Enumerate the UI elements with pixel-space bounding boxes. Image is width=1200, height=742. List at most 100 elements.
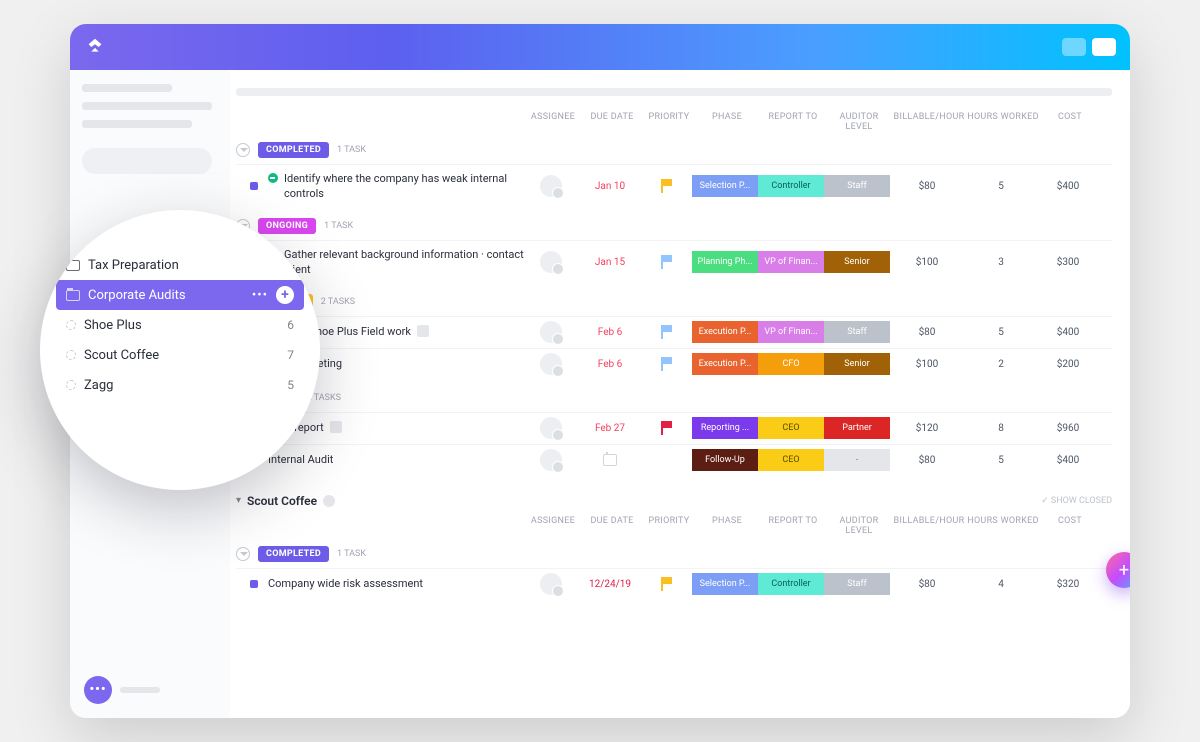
task-title[interactable]: Gather relevant background information ·…	[268, 241, 524, 284]
info-icon[interactable]	[323, 495, 335, 507]
due-date[interactable]: 12/24/19	[578, 579, 642, 590]
group-header[interactable]: COMPLETED 1 TASK	[236, 138, 1112, 164]
task-row[interactable]: Status meeting Feb 6 Execution P... CFO …	[236, 348, 1112, 380]
sidebar-search[interactable]	[82, 148, 212, 174]
billable-rate[interactable]: $80	[890, 579, 964, 590]
sidebar-list-item[interactable]: Scout Coffee7	[56, 340, 304, 370]
hours-worked[interactable]: 4	[964, 579, 1038, 590]
hours-worked[interactable]: 3	[964, 257, 1038, 268]
hours-worked[interactable]: 8	[964, 423, 1038, 434]
sidebar-list-item[interactable]: Zagg5	[56, 370, 304, 400]
auditor-level-tag[interactable]: Partner	[824, 417, 890, 439]
cost[interactable]: $400	[1038, 181, 1098, 192]
task-title[interactable]: Internal Audit	[268, 446, 524, 473]
hours-worked[interactable]: 5	[964, 327, 1038, 338]
group-header[interactable]: COMPLETED 1 TASK	[236, 542, 1112, 568]
billable-rate[interactable]: $80	[890, 327, 964, 338]
sidebar-folder-item[interactable]: Tax Preparation	[56, 250, 304, 280]
col-priority: PRIORITY	[644, 112, 694, 132]
phase-tag[interactable]: Planning Ph...	[692, 251, 758, 273]
collapse-icon[interactable]	[236, 547, 250, 561]
collapse-icon[interactable]	[236, 143, 250, 157]
group-header[interactable]: OPEN 2 TASKS	[236, 386, 1112, 412]
topbar-button-2[interactable]	[1092, 38, 1116, 56]
col-due: DUE DATE	[580, 112, 644, 132]
cost[interactable]: $960	[1038, 423, 1098, 434]
sidebar-folder-item[interactable]: Corporate Audits•••+	[56, 280, 304, 310]
priority-flag-icon[interactable]	[661, 325, 673, 339]
due-date[interactable]: Jan 15	[578, 257, 642, 268]
clickup-logo-icon[interactable]	[84, 36, 106, 58]
priority-flag-icon[interactable]	[661, 421, 673, 435]
due-date[interactable]: Feb 6	[578, 359, 642, 370]
phase-tag[interactable]: Selection P...	[692, 573, 758, 595]
group-header[interactable]: ONGOING 1 TASK	[236, 214, 1112, 240]
more-icon[interactable]: •••	[252, 288, 268, 303]
billable-rate[interactable]: $100	[890, 257, 964, 268]
report-to-tag[interactable]: CFO	[758, 353, 824, 375]
report-to-tag[interactable]: VP of Finan...	[758, 321, 824, 343]
report-to-tag[interactable]: Controller	[758, 175, 824, 197]
add-button[interactable]: +	[276, 286, 294, 304]
task-title[interactable]: Company wide risk assessment	[268, 570, 524, 597]
report-to-tag[interactable]: Controller	[758, 573, 824, 595]
task-row[interactable]: Final report Feb 27 Reporting ... CEO Pa…	[236, 412, 1112, 444]
task-title[interactable]: Final report	[268, 414, 524, 441]
auditor-level-tag[interactable]: Staff	[824, 321, 890, 343]
chat-fab[interactable]: •••	[84, 676, 112, 704]
assignee-avatar[interactable]	[540, 573, 562, 595]
phase-tag[interactable]: Reporting ...	[692, 417, 758, 439]
cost[interactable]: $400	[1038, 327, 1098, 338]
task-row[interactable]: Execute Shoe Plus Field work Feb 6 Execu…	[236, 316, 1112, 348]
due-date[interactable]: Feb 27	[578, 423, 642, 434]
phase-tag[interactable]: Execution P...	[692, 353, 758, 375]
priority-flag-icon[interactable]	[661, 179, 673, 193]
auditor-level-tag[interactable]: Senior	[824, 251, 890, 273]
calendar-icon[interactable]	[603, 454, 617, 466]
billable-rate[interactable]: $120	[890, 423, 964, 434]
auditor-level-tag[interactable]: Staff	[824, 175, 890, 197]
due-date[interactable]: Jan 10	[578, 181, 642, 192]
show-closed-toggle[interactable]: ✓ SHOW CLOSED	[1041, 496, 1112, 506]
report-to-tag[interactable]: CEO	[758, 417, 824, 439]
report-to-tag[interactable]: CEO	[758, 449, 824, 471]
cost[interactable]: $400	[1038, 455, 1098, 466]
auditor-level-tag[interactable]: Senior	[824, 353, 890, 375]
assignee-avatar[interactable]	[540, 175, 562, 197]
report-to-tag[interactable]: VP of Finan...	[758, 251, 824, 273]
priority-flag-icon[interactable]	[661, 255, 673, 269]
cost[interactable]: $320	[1038, 579, 1098, 590]
task-row[interactable]: Gather relevant background information ·…	[236, 240, 1112, 284]
auditor-level-tag[interactable]: -	[824, 449, 890, 471]
phase-tag[interactable]: Selection P...	[692, 175, 758, 197]
task-row[interactable]: Company wide risk assessment 12/24/19 Se…	[236, 568, 1112, 600]
assignee-avatar[interactable]	[540, 417, 562, 439]
sidebar-list-item[interactable]: Shoe Plus6	[56, 310, 304, 340]
section-header[interactable]: ▾ Scout Coffee ✓ SHOW CLOSED	[236, 494, 1112, 508]
assignee-avatar[interactable]	[540, 449, 562, 471]
auditor-level-tag[interactable]: Staff	[824, 573, 890, 595]
priority-flag-icon[interactable]	[661, 577, 673, 591]
due-date[interactable]: Feb 6	[578, 327, 642, 338]
assignee-avatar[interactable]	[540, 251, 562, 273]
task-title[interactable]: Identify where the company has weak inte…	[268, 165, 524, 208]
subtask-icon[interactable]	[330, 421, 342, 433]
priority-flag-icon[interactable]	[661, 357, 673, 371]
subtask-icon[interactable]	[417, 325, 429, 337]
assignee-avatar[interactable]	[540, 353, 562, 375]
group-header[interactable]: UP NEXT 2 TASKS	[236, 290, 1112, 316]
topbar-button-1[interactable]	[1062, 38, 1086, 56]
task-row[interactable]: Identify where the company has weak inte…	[236, 164, 1112, 208]
task-row[interactable]: Internal Audit Follow-Up CEO - $80 5 $40…	[236, 444, 1112, 476]
billable-rate[interactable]: $80	[890, 455, 964, 466]
hours-worked[interactable]: 5	[964, 455, 1038, 466]
billable-rate[interactable]: $100	[890, 359, 964, 370]
hours-worked[interactable]: 2	[964, 359, 1038, 370]
hours-worked[interactable]: 5	[964, 181, 1038, 192]
assignee-avatar[interactable]	[540, 321, 562, 343]
cost[interactable]: $200	[1038, 359, 1098, 370]
billable-rate[interactable]: $80	[890, 181, 964, 192]
phase-tag[interactable]: Execution P...	[692, 321, 758, 343]
cost[interactable]: $300	[1038, 257, 1098, 268]
phase-tag[interactable]: Follow-Up	[692, 449, 758, 471]
